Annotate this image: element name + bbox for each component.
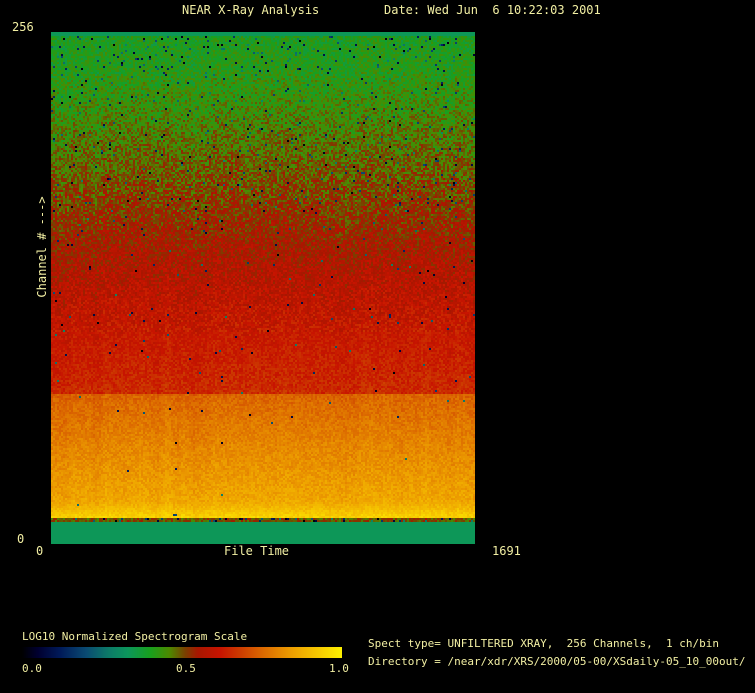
colorbar-tick-mid: 0.5 xyxy=(176,662,196,675)
colorbar-tick-min: 0.0 xyxy=(22,662,42,675)
plot-window: { "header": { "title": "NEAR X-Ray Analy… xyxy=(0,0,755,693)
colorbar-gradient xyxy=(22,647,342,658)
x-axis-min-label: 0 xyxy=(36,544,44,558)
x-axis-max-label: 1691 xyxy=(492,544,521,558)
y-axis-min-label: 0 xyxy=(17,532,25,546)
spect-type-text: Spect type= UNFILTERED XRAY, 256 Channel… xyxy=(368,637,719,650)
colorbar-title: LOG10 Normalized Spectrogram Scale xyxy=(22,630,248,643)
colorbar-tick-max: 1.0 xyxy=(329,662,349,675)
plot-title: NEAR X-Ray Analysis xyxy=(182,3,320,17)
y-axis-title: Channel # ---> xyxy=(35,196,49,298)
spectrogram-image xyxy=(51,32,475,544)
y-axis-max-label: 256 xyxy=(12,20,34,34)
x-axis-title: File Time xyxy=(224,544,290,558)
plot-date: Date: Wed Jun 6 10:22:03 2001 xyxy=(384,3,601,17)
directory-text: Directory = /near/xdr/XRS/2000/05-00/XSd… xyxy=(368,655,746,668)
